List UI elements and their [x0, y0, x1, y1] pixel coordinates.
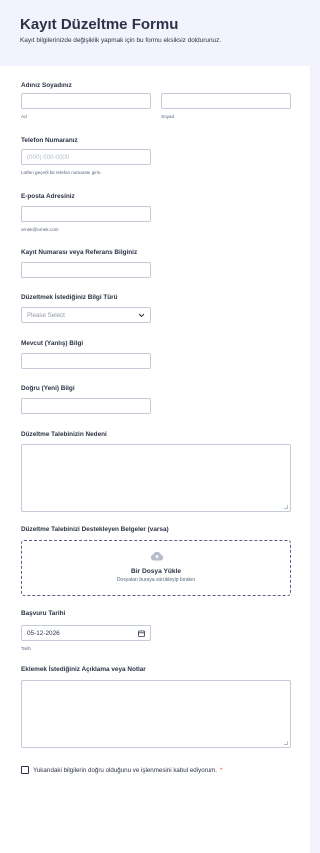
first-name-sublabel: Ad	[21, 114, 27, 119]
calendar-icon[interactable]	[138, 630, 145, 637]
chevron-down-icon	[138, 313, 145, 317]
date-value: 05-12-2026	[27, 629, 60, 637]
resize-handle[interactable]	[284, 505, 288, 509]
reason-label: Düzeltme Talebinizin Nedeni	[21, 431, 107, 438]
consent-row: Yukarıdaki bilgilerin doğru olduğunu ve …	[21, 766, 222, 774]
info-type-selected: Please Select	[27, 311, 65, 319]
email-input[interactable]	[21, 206, 151, 222]
first-name-input[interactable]	[21, 93, 151, 109]
consent-checkbox[interactable]	[21, 766, 29, 774]
upload-title: Bir Dosya Yükle	[130, 568, 182, 575]
cloud-upload-icon	[150, 551, 164, 561]
email-hint: ornek@ornek.com	[21, 227, 59, 232]
required-mark: *	[220, 766, 223, 774]
info-type-label: Düzeltmek İstediğiniz Bilgi Türü	[21, 294, 118, 301]
upload-hint: Dosyaları buraya sürükleyip bırakın	[116, 577, 196, 583]
info-type-select[interactable]: Please Select	[21, 307, 151, 323]
resize-handle[interactable]	[284, 741, 288, 745]
form-header: Kayıt Düzeltme Formu Kayıt bilgilerinizd…	[0, 0, 310, 66]
reference-input[interactable]	[21, 262, 151, 278]
date-input[interactable]: 05-12-2026	[21, 625, 151, 641]
correct-info-input[interactable]	[21, 398, 151, 414]
form-card: Adınız Soyadınız Ad Soyad Telefon Numara…	[0, 66, 310, 853]
phone-hint: Lütfen geçerli bir telefon numarası giri…	[21, 170, 102, 175]
documents-label: Düzeltme Talebinizi Destekleyen Belgeler…	[21, 526, 169, 533]
notes-label: Eklemek İstediğiniz Açıklama veya Notlar	[21, 666, 146, 673]
notes-textarea[interactable]	[21, 680, 291, 748]
reason-textarea[interactable]	[21, 444, 291, 512]
last-name-input[interactable]	[161, 93, 291, 109]
email-label: E-posta Adresiniz	[21, 193, 75, 200]
consent-label: Yukarıdaki bilgilerin doğru olduğunu ve …	[33, 766, 218, 774]
name-label: Adınız Soyadınız	[21, 82, 72, 89]
current-info-label: Mevcut (Yanlış) Bilgi	[21, 340, 84, 347]
file-upload-dropzone[interactable]: Bir Dosya Yükle Dosyaları buraya sürükle…	[21, 540, 291, 596]
reference-label: Kayıt Numarası veya Referans Bilginiz	[21, 249, 138, 256]
form-subtitle: Kayıt bilgilerinizde değişiklik yapmak i…	[20, 37, 222, 44]
phone-label: Telefon Numaranız	[21, 137, 78, 144]
phone-input[interactable]	[21, 149, 151, 165]
correct-info-label: Doğru (Yeni) Bilgi	[21, 385, 75, 392]
last-name-sublabel: Soyad	[161, 114, 175, 119]
form-title: Kayıt Düzeltme Formu	[20, 16, 179, 33]
date-sublabel: Tarih	[21, 646, 31, 651]
date-label: Başvuru Tarihi	[21, 610, 66, 617]
current-info-input[interactable]	[21, 353, 151, 369]
